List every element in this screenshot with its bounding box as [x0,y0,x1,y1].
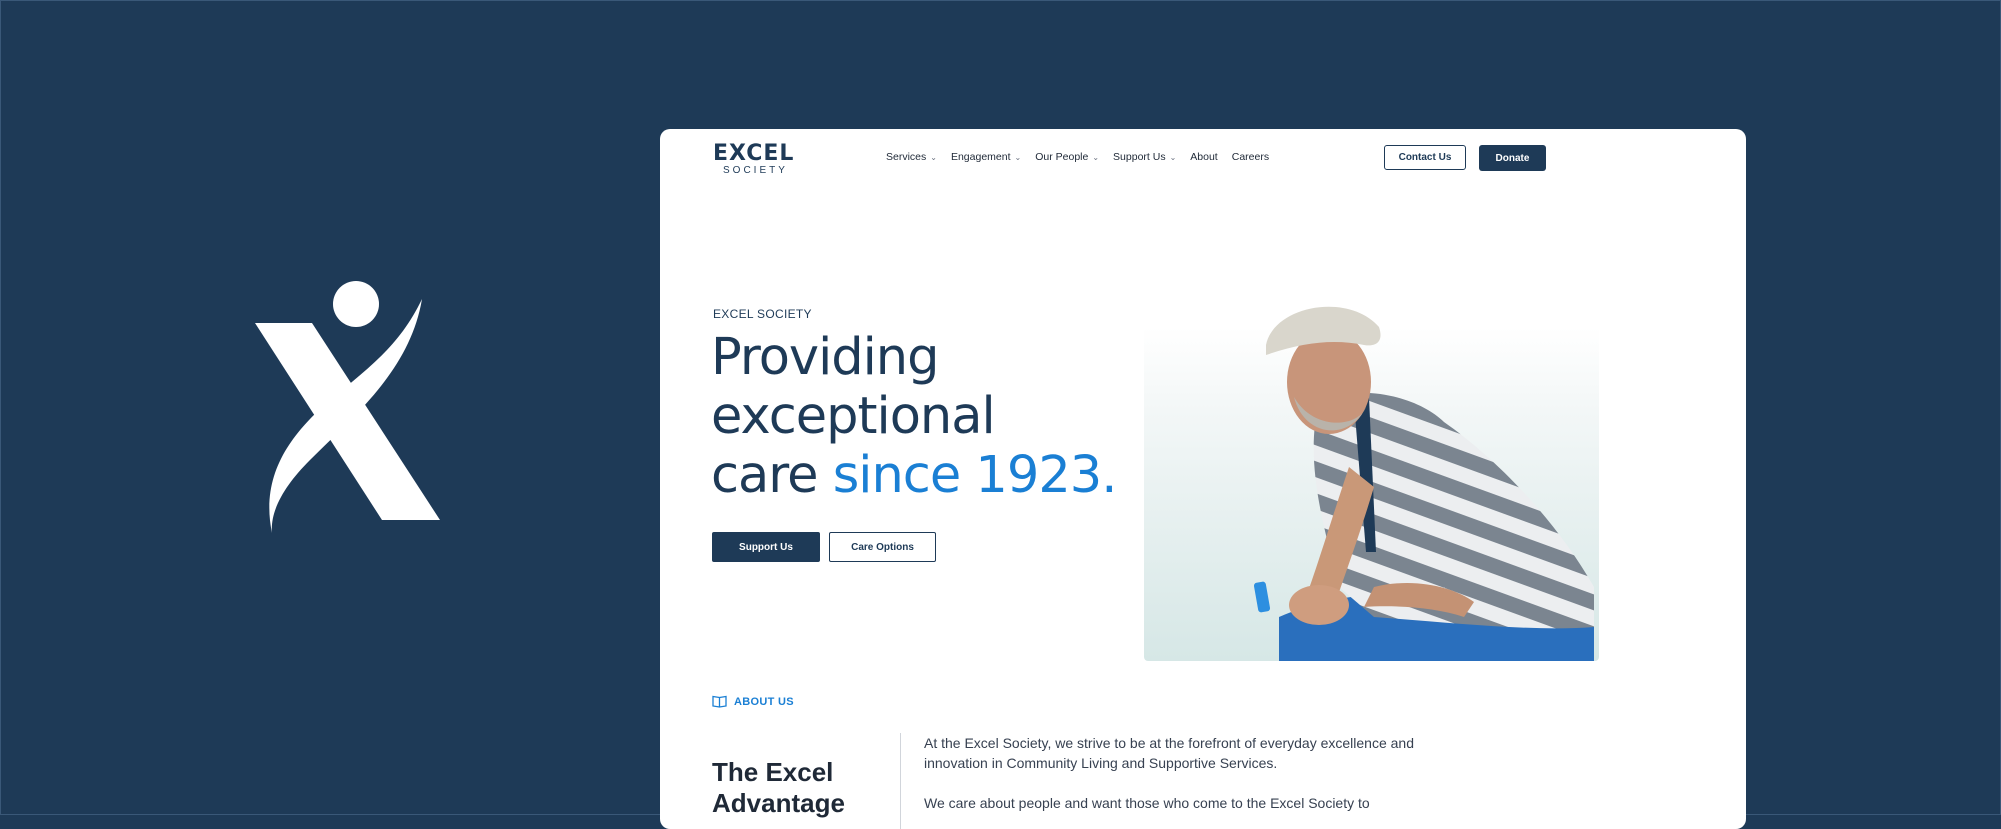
nav-item-label: Support Us [1113,151,1166,163]
chevron-down-icon: ⌄ [1014,152,1022,162]
donate-button[interactable]: Donate [1479,145,1546,171]
nav-item-label: Services [886,151,927,163]
contact-us-button[interactable]: Contact Us [1384,145,1466,170]
main-navigation: Services ⌄ Engagement ⌄ Our People ⌄ Sup… [886,151,1269,163]
headline-line-1: Providing [711,328,939,387]
headline-line-2: exceptional [711,387,996,446]
nav-item-support-us[interactable]: Support Us ⌄ [1113,151,1176,163]
chevron-down-icon: ⌄ [930,152,937,162]
nav-item-services[interactable]: Services ⌄ [886,151,937,163]
care-options-button[interactable]: Care Options [829,532,936,562]
nav-item-engagement[interactable]: Engagement ⌄ [951,151,1021,163]
about-paragraph-2: We care about people and want those who … [924,795,1370,811]
about-paragraph-1: At the Excel Society, we strive to be at… [924,735,1414,771]
nav-item-label: Careers [1231,151,1270,163]
chevron-down-icon: ⌄ [1092,152,1100,162]
nav-item-careers[interactable]: Careers [1232,151,1269,163]
site-logo[interactable]: EXCEL SOCIETY [713,143,793,177]
about-title: The Excel Advantage [712,757,845,818]
about-us-label: ABOUT US [734,695,794,708]
nav-item-label: About [1190,151,1218,163]
headline-highlight: since 1923. [832,446,1118,505]
chevron-down-icon: ⌄ [1169,152,1177,162]
book-icon [712,695,727,708]
nav-item-our-people[interactable]: Our People ⌄ [1035,151,1099,163]
headline-line-3: care [711,446,833,505]
excel-figure-logo [255,281,440,533]
website-preview-card: EXCEL SOCIETY Services ⌄ Engagement ⌄ Ou… [660,129,1746,829]
support-us-button[interactable]: Support Us [712,532,820,562]
hero-eyebrow: EXCEL SOCIETY [713,307,812,321]
nav-item-label: Engagement [950,151,1011,163]
nav-item-label: Our People [1035,151,1089,163]
hero-photo-senior-man [1144,306,1599,661]
about-us-tag: ABOUT US [712,695,794,708]
nav-item-about[interactable]: About [1190,151,1217,163]
logo-subtitle: SOCIETY [723,165,788,176]
logo-wordmark: EXCEL [713,141,795,166]
hero-headline: Providing exceptional care since 1923. [711,328,1118,505]
